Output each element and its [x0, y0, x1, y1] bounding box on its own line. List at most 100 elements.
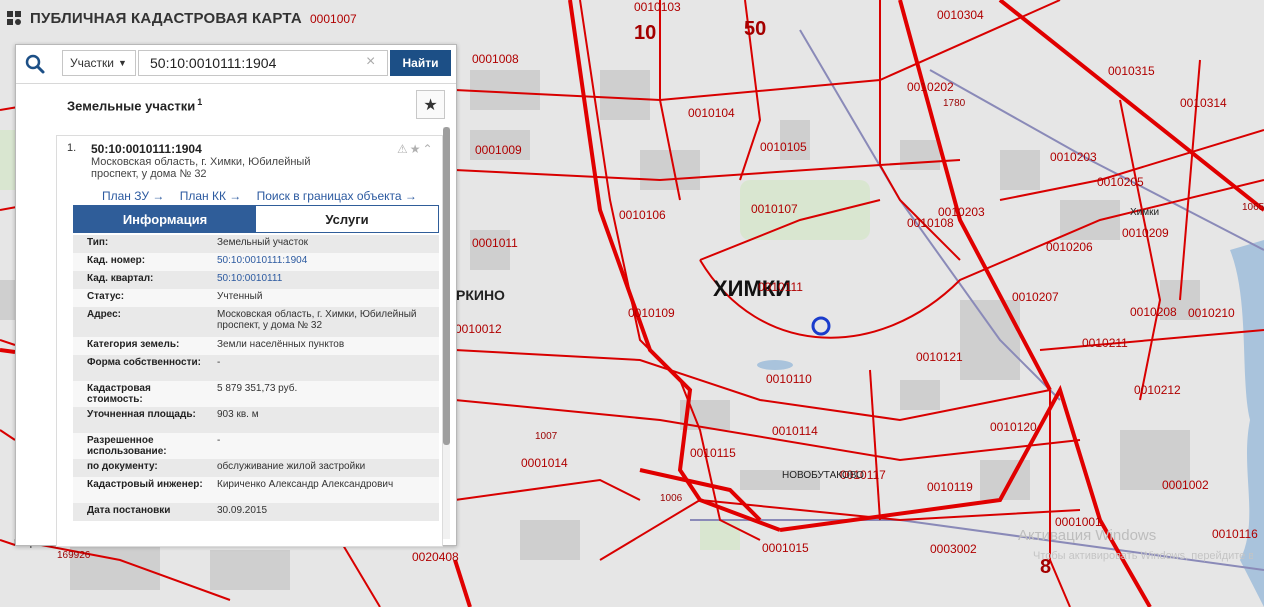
map-label: 0010104 — [688, 106, 735, 120]
info-value: Учтенный — [217, 291, 263, 302]
info-value: Земли населённых пунктов — [217, 339, 345, 350]
map-label: Чтобы активировать Windows, перейдите в … — [1033, 550, 1253, 562]
app-header: ПУБЛИЧНАЯ КАДАСТРОВАЯ КАРТА — [0, 0, 360, 36]
info-value[interactable]: 50:10:0010111:1904 — [211, 253, 439, 271]
search-bar: Участки ▼ × Найти — [16, 45, 456, 84]
info-row: Тип: Земельный участок — [73, 235, 439, 253]
map-label: 0010209 — [1122, 226, 1169, 240]
map-label: 1007 — [535, 431, 558, 442]
info-row: Кадастровая стоимость: 5 879 351,73 руб. — [73, 381, 439, 407]
info-value: - — [217, 435, 221, 446]
map-label: 50 — [744, 18, 767, 40]
info-value: - — [217, 357, 221, 368]
map-label: 0010210 — [1188, 306, 1235, 320]
info-value: 30.09.2015 — [217, 505, 268, 516]
map-label: 0001015 — [762, 541, 809, 555]
info-key: Кадастровый инженер: — [87, 479, 203, 490]
map-label: 0010304 — [937, 8, 984, 22]
tab-information[interactable]: Информация — [74, 206, 256, 232]
map-label: Активация Windows — [1018, 527, 1157, 544]
object-type-dropdown[interactable]: Участки ▼ — [62, 50, 136, 76]
map-label: 0010203 — [938, 205, 985, 219]
search-panel: Участки ▼ × Найти Земельные участки1 ★ 1… — [15, 44, 457, 547]
plan-zu-link[interactable]: План ЗУ → — [102, 189, 164, 203]
card-links: План ЗУ → План КК → Поиск в границах объ… — [102, 189, 429, 203]
scrollbar[interactable] — [443, 127, 450, 539]
map-label: 0010109 — [628, 306, 675, 320]
info-value: Земельный участок — [217, 237, 309, 248]
map-label: 0010315 — [1108, 64, 1155, 78]
info-row: Категория земель: Земли населённых пункто… — [73, 337, 439, 355]
info-value[interactable]: 50:10:0010111 — [211, 271, 439, 289]
map-label: 0020408 — [412, 550, 459, 564]
map-label: РКИНО — [456, 287, 505, 303]
info-row: Уточненная площадь: 903 кв. м — [73, 407, 439, 433]
info-key: Адрес: — [87, 309, 121, 320]
favorites-button[interactable]: ★ — [416, 90, 445, 119]
results-title-text: Земельные участки — [67, 98, 196, 114]
info-table: Тип: Земельный участок Кад. номер: 50:10:00… — [73, 235, 439, 521]
info-row: Разрешенное использование: - — [73, 433, 439, 459]
info-key: Уточненная площадь: — [87, 409, 196, 420]
map-label: 0010121 — [916, 350, 963, 364]
map-label: 0010202 — [907, 80, 954, 94]
info-key: Дата постановки — [87, 505, 171, 516]
map-label: 0010110 — [766, 372, 812, 386]
map-label: Химки — [1130, 207, 1160, 218]
map-label: 0010212 — [1134, 383, 1181, 397]
result-address: Московская область, г. Химки, Юбилейный … — [91, 156, 311, 180]
chevron-down-icon: ▼ — [118, 58, 127, 68]
find-button[interactable]: Найти — [390, 50, 451, 76]
info-key: Категория земель: — [87, 339, 180, 350]
map-label: 0010103 — [634, 0, 681, 14]
result-cadastral-number[interactable]: 50:10:0010111:1904 — [91, 142, 202, 156]
info-key: Кадастровая стоимость: — [87, 383, 151, 405]
info-row: Адрес: Московская область, г. Химки, Юбил… — [73, 307, 439, 337]
info-value: Кириченко Александр Александрович — [217, 479, 394, 490]
map-label: 169926 — [57, 550, 91, 561]
app-title: ПУБЛИЧНАЯ КАДАСТРОВАЯ КАРТА — [30, 9, 302, 27]
plan-kk-link[interactable]: План КК → — [180, 189, 242, 203]
info-row: Кад. квартал: 50:10:0010111 — [73, 271, 439, 289]
map-label: 0010106 — [619, 208, 666, 222]
map-label: 1006 — [660, 493, 683, 504]
search-in-bounds-link[interactable]: Поиск в границах объекта → — [257, 189, 417, 203]
info-key: Кад. номер: — [87, 255, 146, 266]
map-label: 0010111 — [758, 280, 803, 294]
info-key: Разрешенное использование: — [87, 435, 167, 457]
map-label: 0010203 — [1050, 150, 1097, 164]
map-label: 0010120 — [990, 420, 1037, 434]
map-label: 0010116 — [1212, 527, 1258, 541]
info-key: по документу: — [87, 461, 158, 472]
tab-services[interactable]: Услуги — [256, 206, 438, 232]
map-label: 0010107 — [751, 202, 798, 216]
map-label: 0010207 — [1012, 290, 1059, 304]
clear-icon[interactable]: × — [366, 54, 375, 70]
info-row: Кадастровый инженер: Кириченко Александр … — [73, 477, 439, 503]
info-key: Статус: — [87, 291, 125, 302]
map-label: 10 — [634, 22, 657, 44]
info-row: Форма собственности: - — [73, 355, 439, 381]
map-label: 0010114 — [772, 424, 818, 438]
map-label: 1780 — [943, 98, 966, 109]
results-count: 1 — [197, 97, 203, 107]
info-tabs: Информация Услуги — [73, 205, 439, 233]
map-label: 0010119 — [927, 480, 973, 494]
info-row: Статус: Учтенный — [73, 289, 439, 307]
map-label: 0010206 — [1046, 240, 1093, 254]
search-icon[interactable] — [24, 53, 48, 75]
info-value: 903 кв. м — [217, 409, 259, 420]
info-key: Форма собственности: — [87, 357, 201, 368]
map-label: 0001008 — [472, 52, 519, 66]
map-label: 0010314 — [1180, 96, 1227, 110]
rosreestr-logo-icon — [7, 11, 21, 25]
info-value: Московская область, г. Химки, Юбилейный … — [217, 309, 417, 331]
map-label: 0010105 — [760, 140, 807, 154]
map-label: 0001014 — [521, 456, 568, 470]
map-label: 0001002 — [1162, 478, 1209, 492]
cadastral-number-input[interactable] — [138, 50, 388, 76]
object-type-label: Участки — [70, 56, 114, 70]
scrollbar-thumb[interactable] — [443, 127, 450, 445]
results-title: Земельные участки 1 — [67, 97, 202, 113]
card-action-icons[interactable]: ⚠★⌃ — [397, 142, 435, 156]
